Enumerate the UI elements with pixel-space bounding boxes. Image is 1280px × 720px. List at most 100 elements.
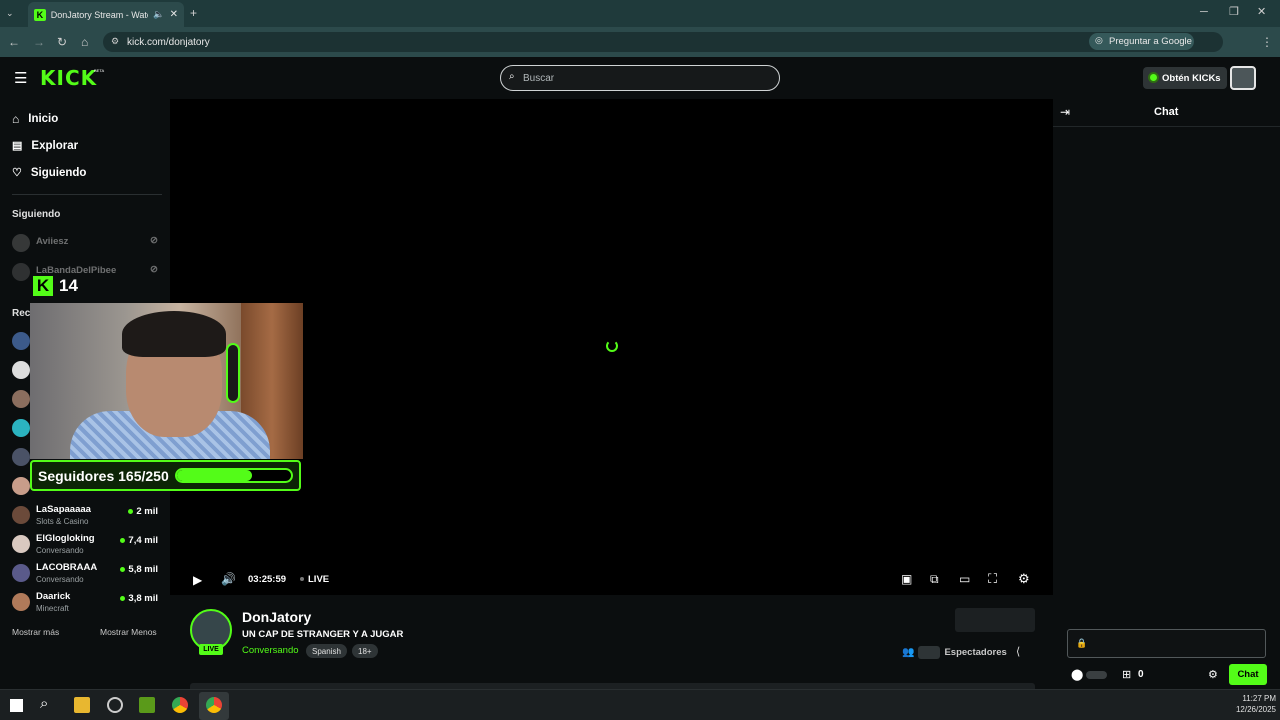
viewer-count-value: 7,4 mil: [128, 535, 158, 546]
show-more-link[interactable]: Mostrar más: [12, 627, 59, 637]
streamer-name[interactable]: DonJatory: [242, 609, 311, 625]
tag-mature[interactable]: 18+: [352, 644, 378, 658]
clip-icon[interactable]: ⧉: [930, 572, 939, 587]
recommended-item[interactable]: Daarick Minecraft 3,8 mil: [12, 591, 162, 619]
channel-avatar[interactable]: [12, 477, 30, 495]
recommended-item[interactable]: ElGlogloking Conversando 7,4 mil: [12, 533, 162, 561]
channel-name: Daarick: [36, 591, 71, 602]
points-count: 0: [1138, 669, 1144, 680]
channel-avatar[interactable]: [12, 448, 30, 466]
search-icon[interactable]: ⌕: [40, 695, 48, 712]
settings-gear-icon[interactable]: ⚙: [1018, 571, 1030, 587]
url-field[interactable]: ⚙ kick.com/donjatory: [103, 32, 1223, 52]
search-input[interactable]: ⌕ Buscar: [500, 65, 780, 91]
get-kicks-button[interactable]: Obtén KICKs: [1143, 67, 1227, 89]
offline-icon: ⊘: [150, 235, 158, 246]
minimize-icon[interactable]: ─: [1200, 5, 1208, 19]
ask-google-button[interactable]: ◎ Preguntar a Google: [1089, 33, 1194, 50]
explore-icon: ▤: [12, 140, 23, 152]
share-icon[interactable]: ⟨: [1016, 645, 1020, 658]
file-explorer-icon[interactable]: [74, 697, 90, 713]
channel-name: LACOBRAAA: [36, 562, 98, 573]
recommended-header: Rec: [12, 308, 31, 319]
headset-icon: [226, 343, 240, 403]
browser-tab[interactable]: K DonJatory Stream - Watch l 🔈 ✕: [28, 2, 184, 27]
miniplayer-icon[interactable]: ▣: [901, 572, 912, 586]
overlay-kick-counter: K 14: [33, 276, 78, 296]
chat-send-button[interactable]: Chat: [1229, 664, 1267, 685]
site-info-icon[interactable]: ⚙: [111, 36, 119, 47]
tab-close-icon[interactable]: ✕: [170, 9, 178, 20]
nav-siguiendo[interactable]: ♡ Siguiendo: [12, 166, 86, 180]
live-dot-icon: [120, 537, 126, 543]
viewers-label: Espectadores: [944, 647, 1007, 658]
chrome-icon[interactable]: [172, 697, 188, 713]
chat-input[interactable]: 🔒: [1067, 629, 1266, 658]
audio-icon[interactable]: 🔈: [153, 9, 164, 20]
stream-category[interactable]: Conversando: [242, 645, 299, 656]
clock-time: 11:27 PM: [1242, 694, 1276, 703]
nvidia-icon[interactable]: [139, 697, 155, 713]
show-less-link[interactable]: Mostrar Menos: [100, 627, 157, 637]
channel-name: Aviiesz: [36, 236, 69, 247]
recommended-item[interactable]: LACOBRAAA Conversando 5,8 mil: [12, 562, 162, 590]
live-dot-icon: [120, 595, 126, 601]
points-toggle[interactable]: [1086, 671, 1107, 679]
fullscreen-icon[interactable]: ⛶: [988, 571, 997, 587]
play-icon[interactable]: ▶: [193, 573, 202, 587]
viewer-count-value: 3,8 mil: [128, 593, 158, 604]
volume-icon[interactable]: 🔊: [221, 572, 236, 586]
tag-language[interactable]: Spanish: [306, 644, 347, 658]
loading-spinner-icon: [606, 340, 618, 352]
url-text: kick.com/donjatory: [127, 36, 210, 48]
channel-category: Minecraft: [36, 604, 69, 613]
live-indicator: LIVE: [300, 574, 329, 585]
new-tab-icon[interactable]: +: [190, 6, 197, 20]
steam-icon[interactable]: [107, 697, 123, 713]
channel-avatar[interactable]: [12, 419, 30, 437]
channel-avatar[interactable]: [12, 390, 30, 408]
follow-button-placeholder[interactable]: [955, 608, 1035, 632]
window-close-icon[interactable]: ✕: [1257, 5, 1266, 19]
menu-dots-icon[interactable]: ⋮: [1261, 35, 1273, 49]
tab-title: DonJatory Stream - Watch l: [50, 9, 149, 20]
restore-icon[interactable]: ❐: [1229, 5, 1239, 19]
channel-avatar: [12, 535, 30, 553]
channel-avatar[interactable]: [12, 361, 30, 379]
channel-category: Conversando: [36, 546, 84, 555]
channel-avatar: [12, 564, 30, 582]
nav-explorar[interactable]: ▤ Explorar: [12, 139, 78, 153]
windows-start-icon[interactable]: [10, 699, 23, 712]
channel-avatar: [12, 263, 30, 281]
emote-icon[interactable]: ⬤: [1071, 668, 1083, 681]
system-clock[interactable]: 11:27 PM 12/26/2025: [1232, 693, 1276, 715]
home-icon[interactable]: ⌂: [81, 35, 88, 49]
goal-progress-track: [174, 468, 293, 483]
hamburger-menu-icon[interactable]: ☰: [14, 69, 27, 87]
channel-name: ElGlogloking: [36, 533, 95, 544]
following-item[interactable]: Aviiesz ⊘: [12, 232, 162, 260]
back-icon[interactable]: ←: [8, 35, 20, 49]
follower-goal-text: Seguidores 165/250: [38, 467, 169, 484]
chrome-active-icon[interactable]: [206, 697, 222, 713]
stream-timer: 03:25:59: [248, 574, 287, 585]
forward-icon[interactable]: →: [33, 35, 45, 49]
chat-settings-icon[interactable]: ⚙: [1208, 668, 1218, 681]
channel-avatar[interactable]: [12, 332, 30, 350]
reload-icon[interactable]: ↻: [57, 35, 67, 49]
chat-title: Chat: [1154, 106, 1179, 118]
nav-inicio[interactable]: ⌂ Inicio: [12, 112, 58, 126]
recommended-item[interactable]: LaSapaaaaa Slots & Casino 2 mil: [12, 504, 162, 532]
user-avatar[interactable]: [1230, 66, 1256, 90]
offline-icon: ⊘: [150, 264, 158, 275]
gift-icon[interactable]: ⊞: [1122, 668, 1131, 681]
tab-list-icon[interactable]: ⌄: [6, 6, 14, 20]
viewer-count-placeholder: [918, 646, 941, 659]
viewer-count: 3,8 mil: [120, 593, 158, 604]
search-icon: ⌕: [509, 71, 515, 82]
live-badge: LIVE: [199, 644, 223, 655]
browser-tab-bar: ⌄ K DonJatory Stream - Watch l 🔈 ✕ + ─ ❐…: [0, 0, 1280, 27]
theater-mode-icon[interactable]: ▭: [959, 572, 970, 586]
collapse-chat-icon[interactable]: ⇥: [1060, 105, 1070, 119]
kick-logo[interactable]: KICK: [40, 66, 97, 90]
